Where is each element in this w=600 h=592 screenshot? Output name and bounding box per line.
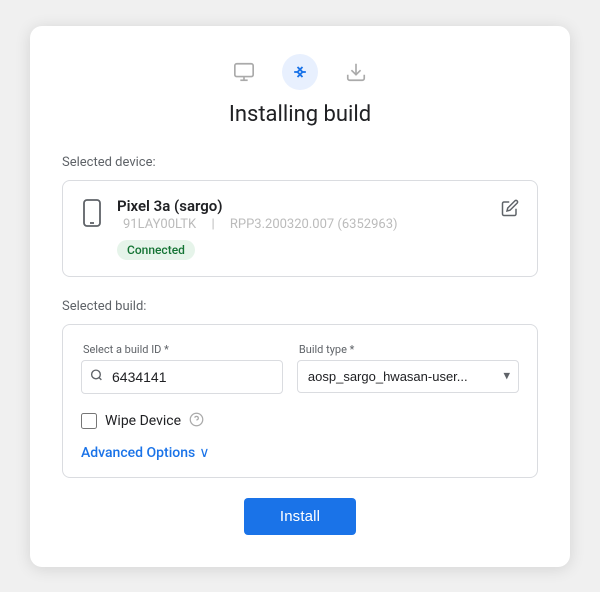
device-step-icon (226, 54, 262, 90)
selected-build-label: Selected build: (62, 299, 538, 314)
wipe-device-checkbox[interactable] (81, 413, 97, 429)
transfer-step-icon (282, 54, 318, 90)
connected-badge: Connected (117, 240, 195, 260)
meta-separator: | (211, 217, 217, 232)
help-icon[interactable] (189, 412, 204, 431)
advanced-options-label: Advanced Options (81, 445, 195, 461)
device-build: RPP3.200320.007 (6352963) (230, 217, 398, 232)
device-id: 91LAY00LTK (123, 217, 196, 232)
install-button[interactable]: Install (244, 498, 356, 535)
selected-device-label: Selected device: (62, 155, 538, 170)
device-card-left: Pixel 3a (sargo) 91LAY00LTK | RPP3.20032… (81, 197, 404, 260)
phone-icon (81, 199, 103, 231)
stepper (62, 54, 538, 90)
build-type-select[interactable]: aosp_sargo_hwasan-user... aosp_sargo-use… (297, 360, 519, 393)
build-type-field-group: Build type * aosp_sargo_hwasan-user... a… (297, 343, 519, 394)
build-fields: Select a build ID * Build type * (81, 343, 519, 394)
build-id-input-wrap (81, 360, 283, 394)
wipe-device-label: Wipe Device (105, 413, 181, 429)
build-type-select-wrap: aosp_sargo_hwasan-user... aosp_sargo-use… (297, 360, 519, 393)
build-id-input[interactable] (81, 360, 283, 394)
build-card: Select a build ID * Build type * (62, 324, 538, 478)
build-type-label: Build type * (297, 343, 519, 356)
download-step-icon (338, 54, 374, 90)
chevron-down-icon: ∨ (199, 445, 209, 461)
device-info: Pixel 3a (sargo) 91LAY00LTK | RPP3.20032… (117, 197, 404, 260)
build-id-label: Select a build ID * (81, 343, 283, 356)
installing-build-dialog: Installing build Selected device: Pixel … (30, 26, 570, 567)
wipe-device-row: Wipe Device (81, 412, 519, 431)
device-name: Pixel 3a (sargo) (117, 197, 404, 215)
device-card: Pixel 3a (sargo) 91LAY00LTK | RPP3.20032… (62, 180, 538, 277)
device-meta: 91LAY00LTK | RPP3.200320.007 (6352963) (117, 217, 404, 232)
build-id-field-group: Select a build ID * (81, 343, 283, 394)
dialog-title: Installing build (62, 102, 538, 127)
advanced-options-toggle[interactable]: Advanced Options ∨ (81, 445, 519, 461)
edit-device-button[interactable] (501, 199, 519, 222)
